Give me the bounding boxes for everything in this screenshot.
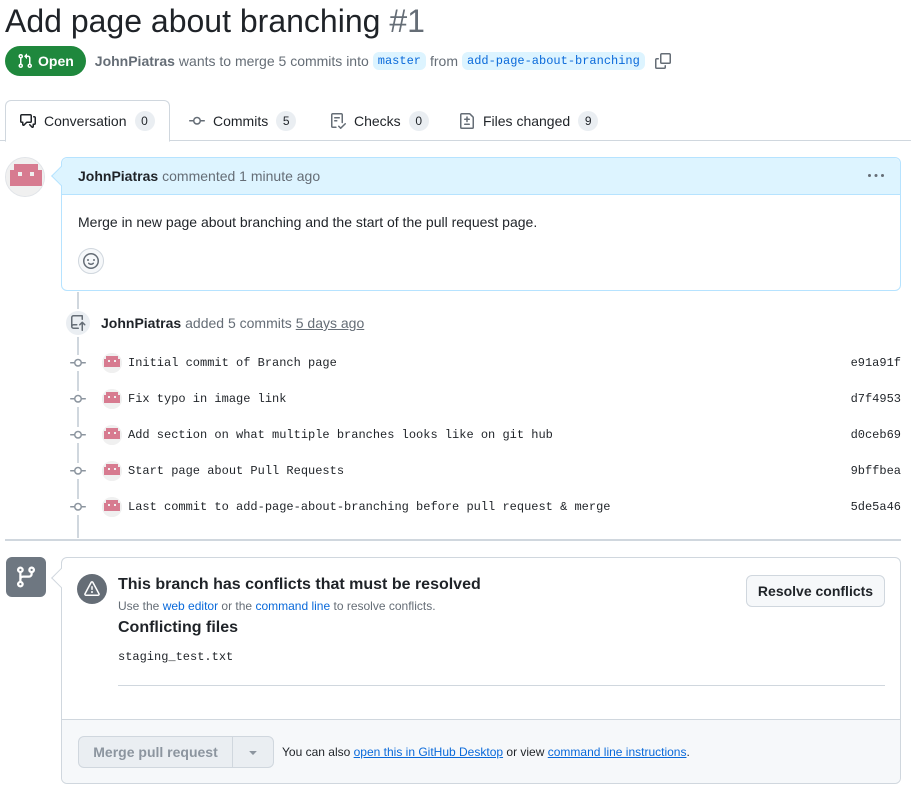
pr-title-text: Add page about branching bbox=[5, 3, 381, 39]
merge-button-group: Merge pull request bbox=[78, 735, 274, 768]
conflicting-file: staging_test.txt bbox=[118, 650, 234, 664]
state-badge: Open bbox=[5, 46, 86, 76]
git-commit-icon bbox=[68, 391, 88, 407]
tab-files-changed-count: 9 bbox=[578, 110, 599, 131]
tab-conversation[interactable]: Conversation 0 bbox=[5, 100, 170, 142]
merge-box-arrow bbox=[51, 568, 71, 588]
conflicting-files-title: Conflicting files bbox=[118, 619, 238, 636]
tab-files-changed[interactable]: Files changed 9 bbox=[445, 100, 612, 141]
merge-box: This branch has conflicts that must be r… bbox=[51, 557, 901, 784]
conflict-sub-middle: or the bbox=[221, 599, 253, 613]
tab-commits-label: Commits bbox=[213, 112, 269, 129]
commit-message-link[interactable]: Start page about Pull Requests bbox=[128, 464, 344, 478]
add-reaction-button[interactable] bbox=[78, 248, 104, 274]
git-commit-icon bbox=[68, 355, 88, 371]
state-label: Open bbox=[38, 53, 74, 69]
merge-footer-text: You can also open this in GitHub Desktop… bbox=[282, 745, 690, 759]
commit-sha-link[interactable]: d0ceb69 bbox=[851, 428, 901, 442]
commits-action: added 5 commits bbox=[185, 315, 292, 331]
comment-discussion-icon bbox=[20, 113, 36, 129]
command-line-link[interactable]: command line bbox=[255, 599, 330, 613]
conflict-title: This branch has conflicts that must be r… bbox=[118, 576, 481, 593]
merge-text: wants to merge 5 commits into bbox=[178, 53, 369, 69]
commit-row: Last commit to add-page-about-branching … bbox=[68, 495, 901, 519]
commit-message-link[interactable]: Fix typo in image link bbox=[128, 392, 286, 406]
git-commit-icon bbox=[68, 463, 88, 479]
git-commit-icon bbox=[189, 113, 205, 129]
commit-message-link[interactable]: Add section on what multiple branches lo… bbox=[128, 428, 553, 442]
pr-number: #1 bbox=[389, 3, 425, 39]
checklist-icon bbox=[330, 112, 346, 129]
from-text: from bbox=[430, 53, 458, 69]
avatar[interactable] bbox=[102, 461, 122, 481]
conflict-sub-suffix: to resolve conflicts. bbox=[333, 599, 436, 613]
commit-sha-link[interactable]: 9bffbea bbox=[851, 464, 901, 478]
open-desktop-link[interactable]: open this in GitHub Desktop bbox=[354, 745, 503, 759]
tab-conversation-count: 0 bbox=[134, 111, 155, 131]
git-commit-icon bbox=[68, 499, 88, 515]
repo-push-icon bbox=[64, 309, 92, 337]
triangle-down-icon bbox=[245, 744, 261, 760]
commit-message-link[interactable]: Initial commit of Branch page bbox=[128, 356, 337, 370]
file-diff-icon bbox=[459, 112, 475, 129]
tab-commits[interactable]: Commits 5 bbox=[175, 100, 310, 141]
avatar[interactable] bbox=[102, 497, 122, 517]
avatar[interactable] bbox=[102, 425, 122, 445]
comment-action: commented 1 minute ago bbox=[162, 168, 321, 184]
pr-title: Add page about branching #1 bbox=[5, 0, 425, 42]
commit-row: Start page about Pull Requests 9bffbea bbox=[68, 459, 901, 483]
tab-checks-count: 0 bbox=[408, 110, 429, 131]
tab-checks[interactable]: Checks 0 bbox=[316, 100, 443, 141]
avatar[interactable] bbox=[102, 353, 122, 373]
conflicts-divider bbox=[118, 685, 885, 686]
comment-author-link[interactable]: JohnPiatras bbox=[78, 168, 158, 184]
cli-instructions-link[interactable]: command line instructions bbox=[548, 745, 687, 759]
pr-tabs: Conversation 0 Commits 5 Checks 0 Files … bbox=[0, 100, 911, 142]
comment-box: JohnPiatras commented 1 minute ago Merge… bbox=[51, 157, 901, 291]
smiley-icon bbox=[83, 253, 99, 269]
pr-meta: Open JohnPiatras wants to merge 5 commit… bbox=[5, 46, 671, 76]
git-commit-icon bbox=[68, 427, 88, 443]
copy-icon[interactable] bbox=[654, 53, 671, 69]
conflict-subtitle: Use the web editor or the command line t… bbox=[118, 599, 436, 613]
commits-added-event: JohnPiatras added 5 commits 5 days ago bbox=[64, 309, 364, 337]
commit-sha-link[interactable]: 5de5a46 bbox=[851, 500, 901, 514]
resolve-conflicts-button[interactable]: Resolve conflicts bbox=[746, 575, 885, 607]
tab-commits-count: 5 bbox=[276, 110, 297, 131]
footer-middle: or view bbox=[506, 744, 545, 759]
git-branch-icon bbox=[6, 557, 46, 597]
commit-row: Add section on what multiple branches lo… bbox=[68, 423, 901, 447]
base-branch[interactable]: master bbox=[372, 52, 426, 70]
commit-message-link[interactable]: Last commit to add-page-about-branching … bbox=[128, 500, 610, 514]
commit-row: Fix typo in image link d7f4953 bbox=[68, 387, 901, 411]
head-branch[interactable]: add-page-about-branching bbox=[462, 52, 645, 70]
kebab-menu-icon[interactable] bbox=[868, 168, 884, 184]
alert-icon bbox=[77, 574, 107, 604]
commit-sha-link[interactable]: d7f4953 bbox=[851, 392, 901, 406]
commit-sha-link[interactable]: e91a91f bbox=[851, 356, 901, 370]
tab-files-changed-label: Files changed bbox=[483, 112, 571, 129]
conflict-sub-prefix: Use the bbox=[118, 599, 160, 613]
merge-pull-request-button[interactable]: Merge pull request bbox=[79, 736, 233, 767]
commit-row: Initial commit of Branch page e91a91f bbox=[68, 351, 901, 375]
commits-ago-link[interactable]: 5 days ago bbox=[296, 315, 365, 331]
footer-suffix: . bbox=[686, 744, 690, 759]
tab-checks-label: Checks bbox=[354, 112, 401, 129]
merge-options-dropdown[interactable] bbox=[233, 737, 273, 767]
tab-conversation-label: Conversation bbox=[44, 113, 127, 129]
avatar[interactable] bbox=[102, 389, 122, 409]
pr-author-link[interactable]: JohnPiatras bbox=[95, 53, 175, 69]
merge-footer: Merge pull request You can also open thi… bbox=[62, 719, 900, 783]
web-editor-link[interactable]: web editor bbox=[163, 599, 218, 613]
timeline-separator bbox=[5, 539, 901, 541]
comment-body: Merge in new page about branching and th… bbox=[78, 214, 538, 230]
commits-author-link[interactable]: JohnPiatras bbox=[101, 315, 181, 331]
footer-prefix: You can also bbox=[282, 744, 351, 759]
comment-header: JohnPiatras commented 1 minute ago bbox=[62, 158, 900, 195]
pull-request-icon bbox=[17, 53, 33, 69]
avatar[interactable] bbox=[5, 157, 45, 197]
